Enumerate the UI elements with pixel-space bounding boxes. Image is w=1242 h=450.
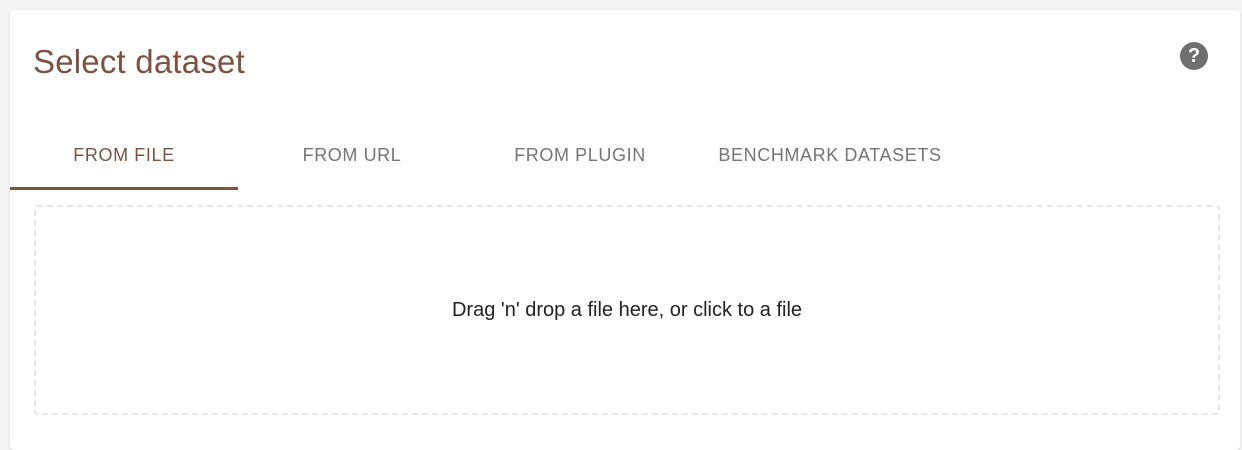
select-dataset-card: Select dataset ? FROM FILE FROM URL FROM… xyxy=(10,10,1240,450)
tab-label: FROM URL xyxy=(302,144,402,165)
page-title: Select dataset xyxy=(33,43,245,80)
tab-label: BENCHMARK DATASETS xyxy=(718,144,942,165)
tab-benchmark-datasets[interactable]: BENCHMARK DATASETS xyxy=(694,118,966,192)
tab-from-file[interactable]: FROM FILE xyxy=(10,118,238,192)
active-tab-indicator xyxy=(10,187,238,190)
file-dropzone[interactable]: Drag 'n' drop a file here, or click to a… xyxy=(34,205,1220,415)
tab-from-plugin[interactable]: FROM PLUGIN xyxy=(466,118,694,192)
help-icon[interactable]: ? xyxy=(1180,42,1208,70)
tab-label: FROM PLUGIN xyxy=(514,144,646,165)
tab-label: FROM FILE xyxy=(73,144,175,165)
dataset-source-tabs: FROM FILE FROM URL FROM PLUGIN BENCHMARK… xyxy=(10,118,1240,192)
tab-from-url[interactable]: FROM URL xyxy=(238,118,466,192)
dropzone-text: Drag 'n' drop a file here, or click to a… xyxy=(451,298,803,321)
